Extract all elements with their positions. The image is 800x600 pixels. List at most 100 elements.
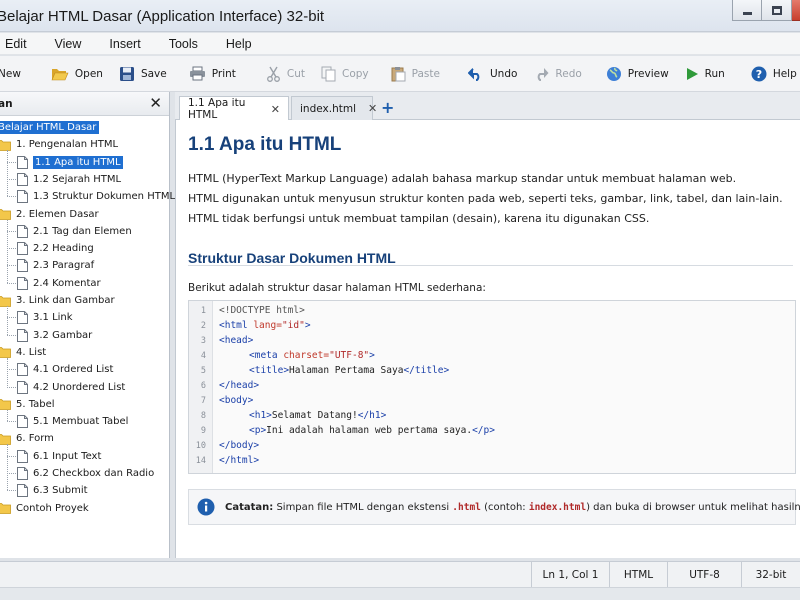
tree-item-label: 3.2 Gambar <box>33 329 93 341</box>
note-box: Catatan: Simpan file HTML dengan ekstens… <box>188 489 800 525</box>
print-button[interactable]: Print <box>181 60 244 88</box>
tree-folder-label: 5. Tabel <box>16 398 55 410</box>
code-block[interactable]: 1 2 3 4 5 6 7 8 9 10 14 <!DOCTYPE html> … <box>188 300 796 474</box>
tree-item[interactable]: 5.1 Membuat Tabel <box>17 413 128 430</box>
tab-index-html[interactable]: index.html ✕ <box>291 96 377 120</box>
tree-folder[interactable]: 2. Elemen Dasar <box>0 206 99 223</box>
project-explorer-panel: an ✕ Belajar HTML Dasar 1. Pengenalan HTM… <box>0 92 175 558</box>
code-line: <meta charset="UTF-8"> <box>249 350 375 361</box>
open-button[interactable]: Open <box>43 60 111 88</box>
add-tab-icon[interactable]: + <box>381 98 394 117</box>
tree-item[interactable]: 6.2 Checkbox dan Radio <box>17 465 154 482</box>
tree-item-label: 2.3 Paragraf <box>33 260 95 272</box>
cut-label: Cut <box>286 67 305 80</box>
tree-item[interactable]: 1.1 Apa itu HTML <box>17 154 123 171</box>
tree-item-label: 1.1 Apa itu HTML <box>33 155 123 169</box>
section-heading: Struktur Dasar Dokumen HTML <box>188 250 396 266</box>
minimize-button[interactable] <box>732 0 762 21</box>
tree-folder[interactable]: 3. Link dan Gambar <box>0 292 115 309</box>
code-line: <!DOCTYPE html> <box>219 305 305 316</box>
copy-icon <box>321 66 336 82</box>
tree-guide <box>7 357 8 387</box>
tree-folder[interactable]: 5. Tabel <box>0 396 55 413</box>
code-line: <body> <box>219 395 253 406</box>
attr-token: lang= <box>253 320 282 331</box>
tree-guide <box>7 219 8 283</box>
line-number: 14 <box>195 456 206 466</box>
help-button[interactable]: ? Help <box>743 60 800 88</box>
page-title: 1.1 Apa itu HTML <box>188 134 342 155</box>
line-number: 9 <box>200 426 206 436</box>
tree-item[interactable]: 4.2 Unordered List <box>17 379 125 396</box>
cut-button[interactable]: Cut <box>258 60 313 88</box>
tree-folder-label: 1. Pengenalan HTML <box>16 139 119 151</box>
tree-item[interactable]: 3.2 Gambar <box>17 327 92 344</box>
menu-insert[interactable]: Insert <box>95 37 154 51</box>
code-line: </head> <box>219 380 259 391</box>
tree-folder[interactable]: Contoh Proyek <box>0 500 89 517</box>
tree-item[interactable]: 3.1 Link <box>17 309 73 326</box>
tab-apa-itu-html[interactable]: 1.1 Apa itu HTML ✕ <box>179 96 289 121</box>
maximize-button[interactable] <box>762 0 792 21</box>
line-number: 5 <box>200 366 206 376</box>
close-panel-icon[interactable]: ✕ <box>149 94 162 112</box>
status-bar: Ln 1, Col 1 HTML UTF-8 32-bit <box>0 561 800 588</box>
code-line: <html lang="id"> <box>219 320 311 331</box>
close-window-button[interactable]: ✕ <box>792 0 800 21</box>
new-label: New <box>0 67 21 80</box>
tree-item[interactable]: 2.2 Heading <box>17 240 94 257</box>
preview-label: Preview <box>627 67 669 80</box>
undo-button[interactable]: Undo <box>460 60 525 88</box>
tag-token: <html <box>219 320 254 331</box>
tree-folder[interactable]: 6. Form <box>0 430 54 447</box>
line-number-gutter: 1 2 3 4 5 6 7 8 9 10 14 <box>189 301 213 473</box>
save-button[interactable]: Save <box>111 60 175 88</box>
redo-button[interactable]: Redo <box>525 60 589 88</box>
tree-item[interactable]: 6.1 Input Text <box>17 448 101 465</box>
copy-label: Copy <box>342 67 369 80</box>
tree-item[interactable]: 6.3 Submit <box>17 482 88 499</box>
tree-connector <box>7 161 16 163</box>
document-content: 1.1 Apa itu HTML HTML (HyperText Markup … <box>175 120 800 558</box>
tree-item-label: 4.2 Unordered List <box>33 381 126 393</box>
menu-tools[interactable]: Tools <box>155 37 212 51</box>
tree-item-label: 6.1 Input Text <box>33 450 102 462</box>
tree-connector <box>7 196 16 198</box>
copy-button[interactable]: Copy <box>313 60 377 88</box>
menu-view[interactable]: View <box>41 37 96 51</box>
line-number: 2 <box>200 321 206 331</box>
tree-root-label: Belajar HTML Dasar <box>0 121 100 134</box>
new-button[interactable]: New <box>0 60 29 88</box>
intro-text: Berikut adalah struktur dasar halaman HT… <box>188 282 486 294</box>
encoding-indicator[interactable]: UTF-8 <box>667 562 741 588</box>
tree-item[interactable]: 1.2 Sejarah HTML <box>17 171 121 188</box>
tree-connector <box>7 282 16 284</box>
tree-item[interactable]: 1.3 Struktur Dokumen HTML <box>17 188 175 205</box>
tag-token: </h1> <box>357 410 387 421</box>
tag-token: </body> <box>219 440 260 451</box>
tab-close-icon[interactable]: ✕ <box>271 103 280 116</box>
tree-root[interactable]: Belajar HTML Dasar <box>0 119 100 136</box>
line-number: 7 <box>200 396 206 406</box>
tree-item[interactable]: 4.1 Ordered List <box>17 361 113 378</box>
window-bottom-edge <box>0 587 800 600</box>
panel-header: an ✕ <box>0 92 169 116</box>
line-number: 6 <box>200 381 206 391</box>
line-number: 3 <box>200 336 206 346</box>
tree-connector <box>7 178 16 180</box>
tree-item[interactable]: 2.1 Tag dan Elemen <box>17 223 132 240</box>
tree-item[interactable]: 2.3 Paragraf <box>17 257 94 274</box>
tree-item[interactable]: 2.4 Komentar <box>17 275 101 292</box>
open-label: Open <box>74 67 103 80</box>
preview-button[interactable]: Preview <box>598 60 677 88</box>
language-mode[interactable]: HTML <box>609 562 667 588</box>
menu-edit[interactable]: Edit <box>0 37 41 51</box>
line-number: 10 <box>195 441 206 451</box>
tree-folder[interactable]: 1. Pengenalan HTML <box>0 136 118 153</box>
info-icon <box>197 498 215 516</box>
tab-close-icon[interactable]: ✕ <box>368 102 377 115</box>
menu-help[interactable]: Help <box>212 37 266 51</box>
paste-button[interactable]: Paste <box>383 60 448 88</box>
run-button[interactable]: Run <box>677 60 733 88</box>
document-icon <box>17 363 28 377</box>
